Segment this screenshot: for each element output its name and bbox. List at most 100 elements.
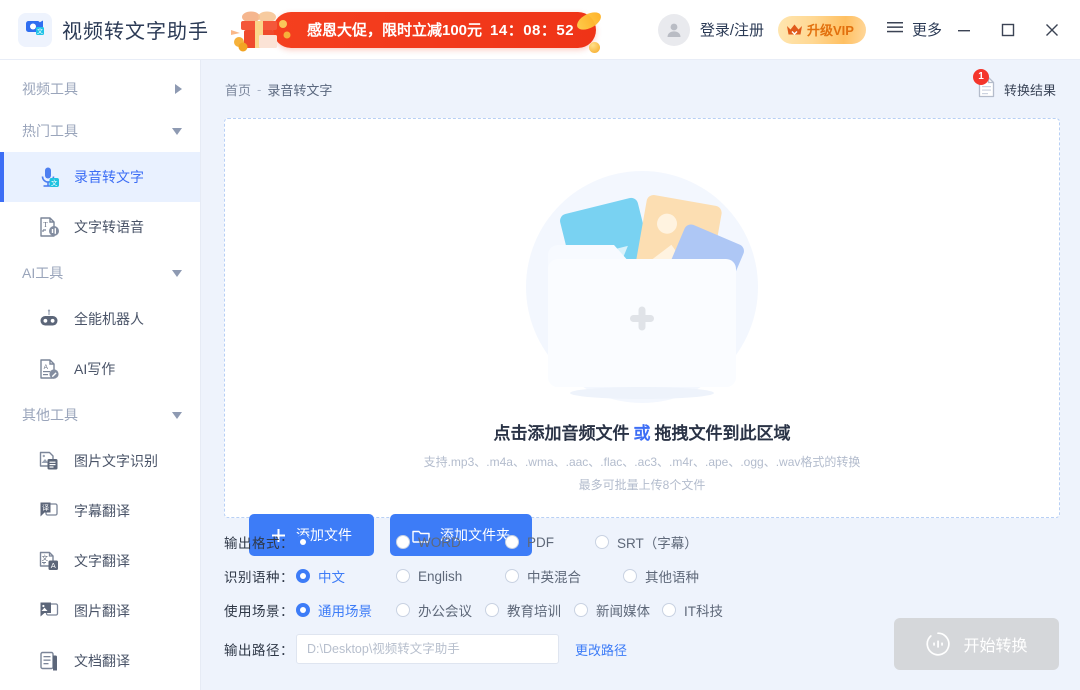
dropzone-title-main: 点击添加音频文件 — [494, 424, 630, 443]
sidebar-item-subtitle-translate[interactable]: 译 字幕翻译 — [0, 486, 200, 536]
conversion-result-label: 转换结果 — [1004, 80, 1056, 99]
radio-icon[interactable] — [396, 603, 410, 617]
language-option-english[interactable]: English — [396, 569, 505, 584]
option-label: SRT（字幕） — [617, 532, 698, 552]
sidebar-item-label: 文档翻译 — [74, 651, 130, 671]
user-avatar-icon[interactable] — [658, 14, 690, 46]
chevron-down-icon — [172, 128, 182, 135]
minimize-icon[interactable] — [942, 8, 986, 52]
app-window: 文 视频转文字助手 — [0, 0, 1080, 690]
image-ocr-icon — [36, 448, 62, 474]
file-dropzone[interactable]: 点击添加音频文件或拖拽文件到此区域 支持.mp3、.m4a、.wma、.aac、… — [224, 118, 1060, 518]
sidebar-item-audio-to-text[interactable]: 文 录音转文字 — [0, 152, 200, 202]
convert-circle-icon — [925, 631, 951, 657]
svg-text:文: 文 — [42, 553, 49, 562]
hamburger-menu-icon — [886, 20, 904, 39]
usage-scene-label: 使用场景： — [224, 600, 296, 620]
sidebar-item-text-translate[interactable]: 文 A 文字翻译 — [0, 536, 200, 586]
language-option-other[interactable]: 其他语种 — [623, 566, 699, 586]
upgrade-vip-button[interactable]: 升级VIP — [778, 16, 866, 44]
format-option-word[interactable]: WORD — [396, 535, 505, 550]
sidebar-group-ai-tools[interactable]: AI工具 — [0, 252, 200, 294]
sidebar-group-label: AI工具 — [22, 263, 172, 283]
sidebar-group-label: 视频工具 — [22, 79, 175, 99]
folder-upload-illustration-icon — [512, 147, 772, 422]
radio-icon[interactable] — [623, 569, 637, 583]
scene-option-meeting[interactable]: 办公会议 — [396, 600, 485, 620]
sidebar-item-label: 图片翻译 — [74, 601, 130, 621]
promo-pill[interactable]: 感恩大促，限时立减100元 14：08：52 — [273, 12, 596, 48]
option-label: 中文 — [318, 566, 345, 586]
radio-icon[interactable] — [296, 603, 310, 617]
radio-icon[interactable] — [296, 569, 310, 583]
option-label: 中英混合 — [527, 566, 581, 586]
radio-icon[interactable] — [662, 603, 676, 617]
dropzone-title: 点击添加音频文件或拖拽文件到此区域 — [225, 419, 1059, 444]
start-convert-button[interactable]: 开始转换 — [894, 618, 1059, 670]
output-format-label: 输出格式： — [224, 532, 296, 552]
text-to-speech-icon: T — [36, 214, 62, 240]
more-menu-button[interactable]: 更多 — [886, 19, 942, 40]
language-option-mixed[interactable]: 中英混合 — [505, 566, 623, 586]
scene-option-it[interactable]: IT科技 — [662, 600, 723, 620]
crown-icon — [786, 23, 803, 37]
scene-option-news[interactable]: 新闻媒体 — [574, 600, 662, 620]
sidebar-item-robot[interactable]: 全能机器人 — [0, 294, 200, 344]
dropzone-title-or: 或 — [634, 424, 651, 443]
format-option-pdf[interactable]: PDF — [505, 535, 595, 550]
output-path-input[interactable] — [296, 634, 559, 664]
sidebar-item-text-to-speech[interactable]: T 文字转语音 — [0, 202, 200, 252]
subtitle-translate-icon: 译 — [36, 498, 62, 524]
start-convert-label: 开始转换 — [963, 632, 1027, 656]
spark-icon — [574, 8, 604, 33]
more-label: 更多 — [912, 19, 942, 40]
microphone-text-icon: 文 — [36, 164, 62, 190]
promo-banner[interactable]: 感恩大促，限时立减100元 14：08：52 — [229, 8, 596, 52]
sidebar-item-image-ocr[interactable]: 图片文字识别 — [0, 436, 200, 486]
option-label: English — [418, 569, 462, 584]
ai-writing-icon: A — [36, 356, 62, 382]
format-option-txt[interactable]: TXT — [296, 535, 396, 550]
option-label: IT科技 — [684, 600, 723, 620]
document-translate-icon — [36, 648, 62, 674]
dropzone-title-tail: 拖拽文件到此区域 — [655, 424, 791, 443]
chevron-down-icon — [172, 270, 182, 277]
login-register-link[interactable]: 登录/注册 — [700, 19, 764, 40]
radio-icon[interactable] — [396, 535, 410, 549]
scene-option-education[interactable]: 教育培训 — [485, 600, 574, 620]
sidebar-group-video-tools[interactable]: 视频工具 — [0, 68, 200, 110]
sidebar-item-label: 字幕翻译 — [74, 501, 130, 521]
title-bar: 文 视频转文字助手 — [0, 0, 1080, 60]
breadcrumb-home[interactable]: 首页 — [225, 80, 251, 99]
radio-icon[interactable] — [485, 603, 499, 617]
sidebar-item-label: 图片文字识别 — [74, 451, 158, 471]
sidebar-item-document-translate[interactable]: 文档翻译 — [0, 636, 200, 686]
format-option-srt[interactable]: SRT（字幕） — [595, 532, 698, 552]
close-icon[interactable] — [1030, 8, 1074, 52]
sidebar-item-label: 文字翻译 — [74, 551, 130, 571]
conversion-result-button[interactable]: 1 转换结果 — [977, 76, 1056, 103]
radio-icon[interactable] — [396, 569, 410, 583]
scene-option-general[interactable]: 通用场景 — [296, 600, 396, 620]
sidebar-group-hot-tools[interactable]: 热门工具 — [0, 110, 200, 152]
radio-icon[interactable] — [505, 569, 519, 583]
option-label: PDF — [527, 535, 554, 550]
change-path-link[interactable]: 更改路径 — [575, 640, 627, 659]
language-option-chinese[interactable]: 中文 — [296, 566, 396, 586]
sidebar-group-label: 其他工具 — [22, 405, 172, 425]
svg-text:T: T — [43, 221, 48, 229]
dropzone-formats: 支持.mp3、.m4a、.wma、.aac、.flac、.ac3、.m4r、.a… — [225, 453, 1059, 470]
sidebar-group-label: 热门工具 — [22, 121, 172, 141]
maximize-icon[interactable] — [986, 8, 1030, 52]
radio-icon[interactable] — [595, 535, 609, 549]
radio-icon[interactable] — [574, 603, 588, 617]
promo-countdown: 14：08：52 — [490, 19, 574, 40]
sidebar-item-label: AI写作 — [74, 359, 115, 379]
radio-icon[interactable] — [505, 535, 519, 549]
sidebar-group-other-tools[interactable]: 其他工具 — [0, 394, 200, 436]
output-path-label: 输出路径： — [224, 639, 296, 659]
main-content: 首页 - 录音转文字 1 转换结果 — [201, 60, 1080, 690]
sidebar-item-image-translate[interactable]: 图片翻译 — [0, 586, 200, 636]
radio-icon[interactable] — [296, 535, 310, 549]
sidebar-item-ai-writing[interactable]: A AI写作 — [0, 344, 200, 394]
